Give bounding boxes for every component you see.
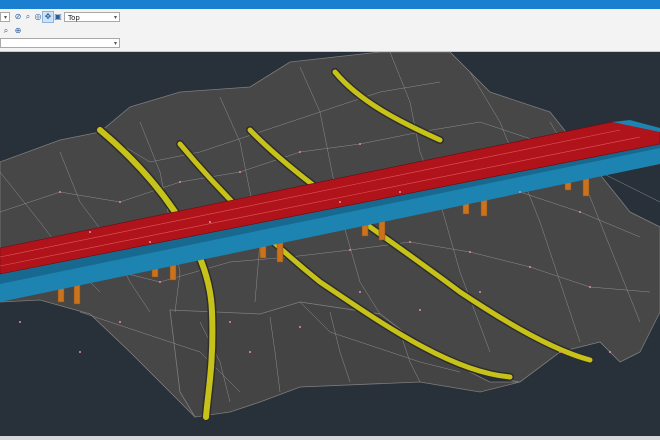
camera-icon[interactable]: ▣ <box>52 11 64 23</box>
model-canvas <box>0 52 660 422</box>
title-bar <box>0 0 660 9</box>
view-toolbar: ▾ ⊘ ⌕ ◎ ✥ ▣ Top ▾ ⌕ ⊕ ▾ <box>0 9 660 52</box>
zoom-extents-icon[interactable]: ⌕ <box>0 25 12 37</box>
chevron-down-icon: ▾ <box>113 40 117 47</box>
chevron-down-icon: ▾ <box>113 14 117 21</box>
layer-dropdown[interactable]: ▾ <box>0 38 120 48</box>
model-viewport[interactable] <box>0 52 660 436</box>
status-bar <box>0 436 660 440</box>
view-dropdown-value: Top <box>68 14 80 22</box>
chevron-down-icon: ▾ <box>3 14 7 21</box>
view-dropdown[interactable]: Top ▾ <box>64 12 120 22</box>
left-dropdown[interactable]: ▾ <box>0 12 10 22</box>
cad-application: ▾ ⊘ ⌕ ◎ ✥ ▣ Top ▾ ⌕ ⊕ ▾ <box>0 0 660 440</box>
compass-icon[interactable]: ⊕ <box>12 25 24 37</box>
